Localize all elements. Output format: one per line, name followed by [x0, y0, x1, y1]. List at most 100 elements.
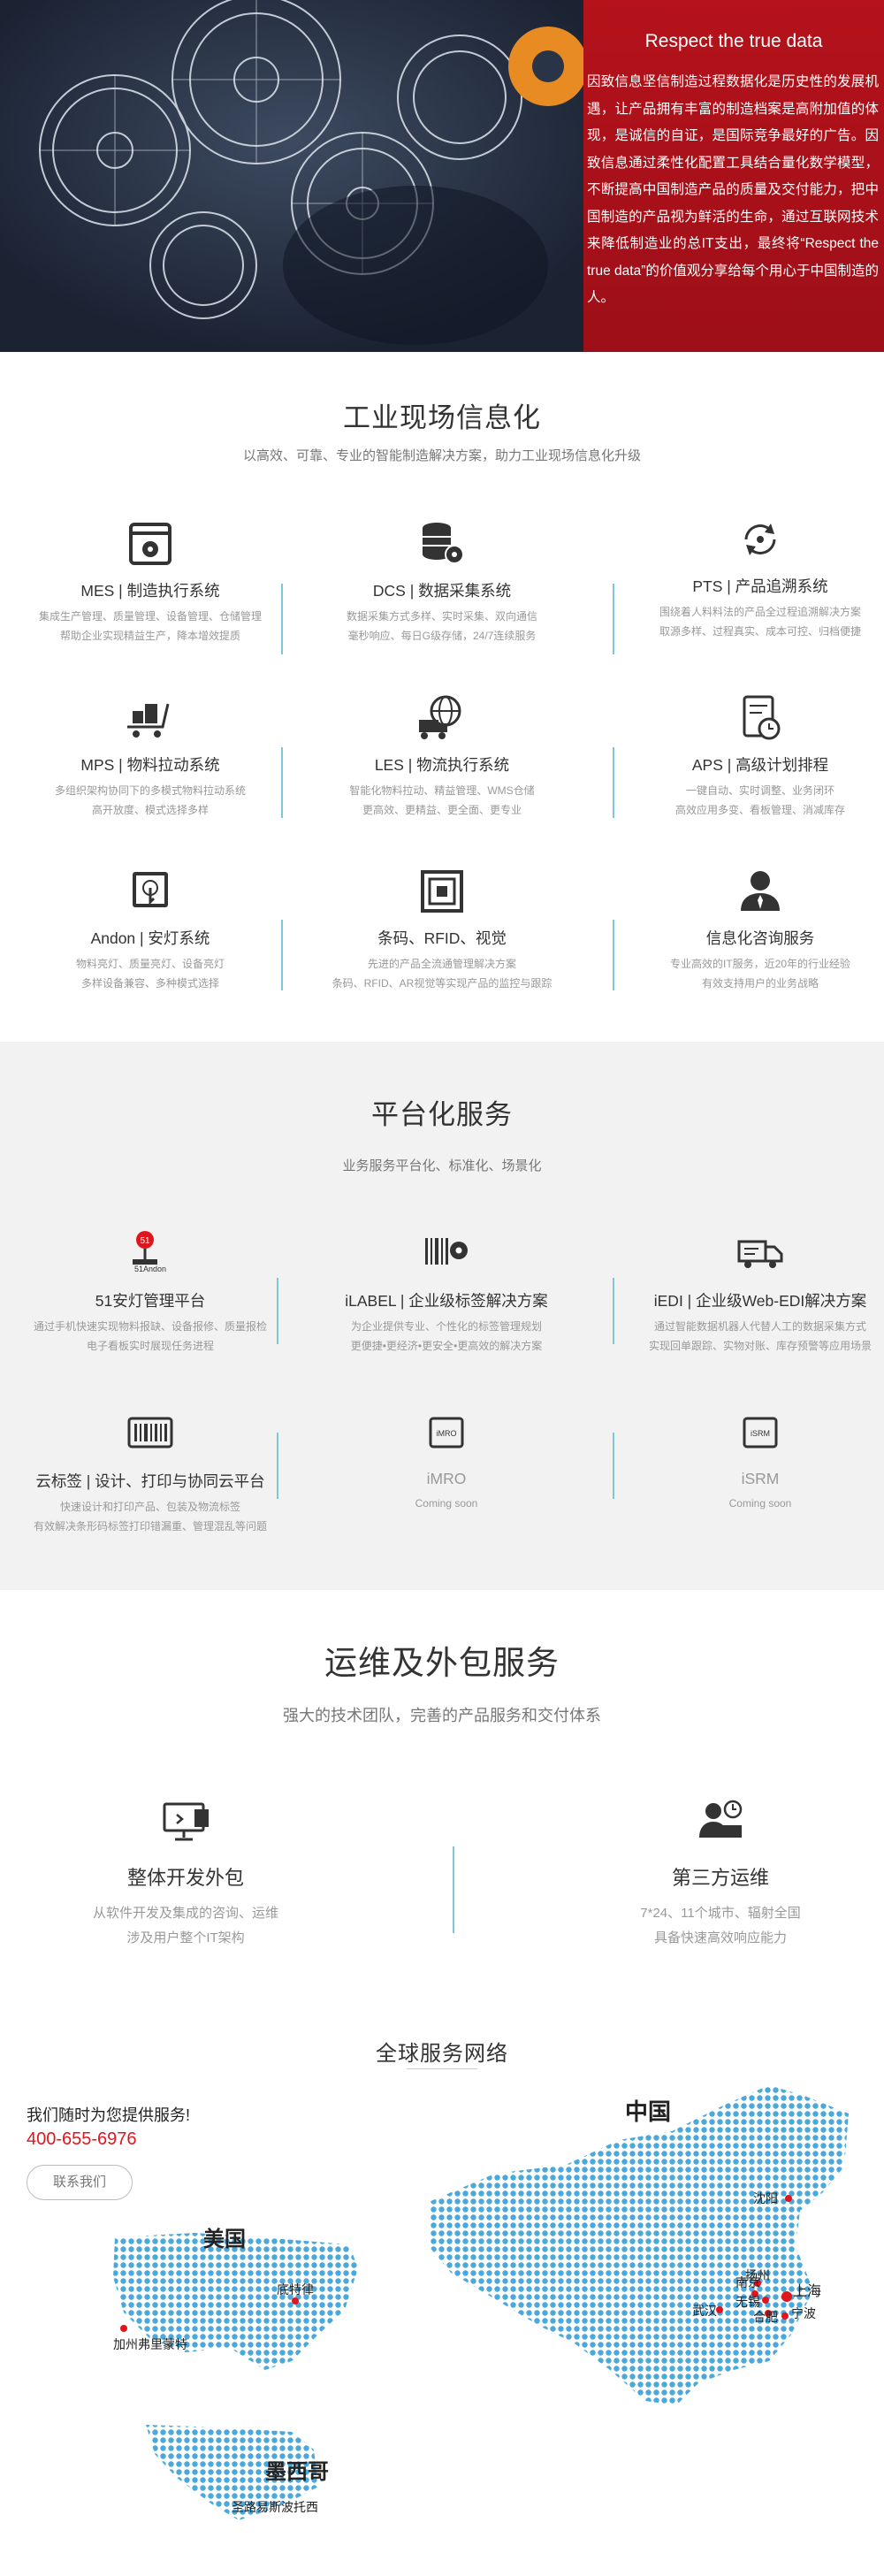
product-title: DCS | 数据采集系统 — [372, 582, 512, 600]
ops-outsourcing[interactable]: 整体开发外包 从软件开发及集成的咨询、运维 涉及用户整个IT架构 — [35, 1795, 336, 1951]
divider — [613, 584, 614, 654]
platform-isrm[interactable]: iSRM iSRM Coming soon — [610, 1408, 884, 1513]
product-mes[interactable]: MES | 制造执行系统 集成生产管理、质量管理、设备管理、仓储管理 帮助企业实… — [0, 517, 301, 646]
city-hefei: 合肥 — [753, 2310, 778, 2324]
platform-item-title: 云标签 | 设计、打印与协同云平台 — [35, 1472, 265, 1490]
product-title: MPS | 物料拉动系统 — [80, 756, 220, 774]
product-pts[interactable]: PTS | 产品追溯系统 围绕着人料料法的产品全过程追溯解决方案 取源多样、过程… — [610, 513, 884, 641]
consultant-icon — [741, 871, 780, 911]
schedule-clock-icon — [743, 695, 781, 740]
city-marker — [716, 2306, 723, 2313]
platform-item-desc: 通过智能数据机器人代替人工的数据采集方式 — [653, 1320, 866, 1333]
platform-cloud-label[interactable]: 云标签 | 设计、打印与协同云平台 快速设计和打印产品、包装及物流标签 有效解决… — [0, 1408, 301, 1536]
hero-text: 因致信息坚信制造过程数据化是历史性的发展机遇，让产品拥有丰富的制造档案是高附加值… — [587, 74, 879, 305]
divider — [281, 584, 283, 654]
platform-item-title: iSRM — [741, 1470, 780, 1487]
cart-icon — [127, 703, 170, 738]
ops-item-desc: 从软件开发及集成的咨询、运维 — [92, 1906, 278, 1921]
product-desc: 一键自动、实时调整、业务闭环 — [685, 784, 834, 797]
product-title: 信息化咨询服务 — [705, 929, 815, 947]
city-nanjing: 南京 — [735, 2275, 760, 2289]
platform-51andon[interactable]: 51 51Andon 51安灯管理平台 通过手机快速实现物料报缺、设备报修、质量… — [0, 1227, 301, 1356]
ops-title: 运维及外包服务 — [324, 1645, 560, 1681]
city-marker — [292, 2297, 299, 2305]
platform-title: 平台化服务 — [371, 1099, 513, 1130]
city-shenyang: 沈阳 — [753, 2191, 778, 2205]
mexico-label: 墨西哥 — [265, 2460, 329, 2484]
platform-item-desc: 为企业提供专业、个性化的标签管理规划 — [350, 1320, 542, 1333]
divider — [277, 1433, 278, 1499]
platform-iedi[interactable]: iEDI | 企业级Web-EDI解决方案 通过智能数据机器人代替人工的数据采集… — [610, 1227, 884, 1356]
ops-item-desc: 涉及用户整个IT架构 — [126, 1930, 245, 1945]
city-marker — [781, 2291, 792, 2302]
product-les[interactable]: LES | 物流执行系统 智能化物料拉动、精益管理、WMS仓储 更高效、更精益、… — [292, 692, 592, 820]
platform-item-title: iEDI | 企业级Web-EDI解决方案 — [653, 1292, 867, 1310]
product-desc: 更高效、更精益、更全面、更专业 — [362, 804, 522, 816]
barcode-gear-icon — [425, 1238, 468, 1265]
product-consulting[interactable]: 信息化咨询服务 专业高效的IT服务，近20年的行业经验 有效支持用户的业务战略 — [610, 865, 884, 993]
ops-subtitle: 强大的技术团队，完善的产品服务和交付体系 — [283, 1707, 601, 1724]
product-rfid[interactable]: 条码、RFID、视觉 先进的产品全流通管理解决方案 条码、RFID、AR视觉等实… — [292, 865, 592, 993]
divider — [281, 747, 283, 818]
barcode-box-icon — [127, 1417, 173, 1449]
usa-label: 美国 — [203, 2228, 246, 2251]
divider — [613, 1278, 614, 1344]
product-title: APS | 高级计划排程 — [691, 756, 829, 774]
product-desc: 智能化物料拉动、精益管理、WMS仓储 — [349, 784, 535, 797]
ops-item-title: 第三方运维 — [671, 1867, 769, 1889]
andon-badge: 51Andon — [134, 1265, 167, 1273]
product-dcs[interactable]: DCS | 数据采集系统 数据采集方式多样、实时采集、双向通信 毫秒响应、每日G… — [292, 517, 592, 646]
svg-text:iMRO: iMRO — [437, 1429, 457, 1438]
product-desc: 先进的产品全流通管理解决方案 — [367, 958, 516, 970]
product-title: LES | 物流执行系统 — [374, 756, 510, 774]
platform-item-desc: 快速设计和打印产品、包装及物流标签 — [59, 1501, 240, 1513]
platform-item-desc: 实现回单跟踪、实物对账、库存预警等应用场景 — [648, 1340, 872, 1352]
product-desc: 集成生产管理、质量管理、设备管理、仓储管理 — [38, 610, 262, 623]
divider — [281, 920, 283, 990]
platform-item-title: 51安灯管理平台 — [95, 1292, 206, 1310]
product-desc: 高开放度、模式选择多样 — [91, 804, 209, 816]
support-agent-icon — [699, 1800, 743, 1838]
product-desc: 围绕着人料料法的产品全过程追溯解决方案 — [659, 606, 861, 618]
platform-item-title: iMRO — [426, 1470, 467, 1487]
china-map — [429, 2085, 849, 2405]
platform-item-desc: 更便捷•更经济•更安全•更高效的解决方案 — [350, 1340, 543, 1352]
product-mps[interactable]: MPS | 物料拉动系统 多组织架构协同下的多模式物料拉动系统 高开放度、模式选… — [0, 692, 301, 820]
city-marker — [120, 2325, 127, 2332]
product-desc: 取源多样、过程真实、成本可控、归档便捷 — [659, 625, 861, 638]
gears-illustration — [0, 0, 583, 352]
product-desc: 高效应用多变、看板管理、消减库存 — [674, 804, 845, 816]
truck-globe-icon — [419, 695, 461, 739]
rfid-tag-icon — [421, 870, 463, 913]
ops-third-party[interactable]: 第三方运维 7*24、11个城市、辐射全国 具备快速高效响应能力 — [570, 1795, 871, 1951]
product-andon[interactable]: Andon | 安灯系统 物料亮灯、质量亮灯、设备亮灯 多样设备兼容、多种模式选… — [0, 865, 301, 993]
city-marker — [785, 2195, 792, 2202]
platform-item-desc: 通过手机快速实现物料报缺、设备报修、质量报检 — [33, 1320, 267, 1333]
platform-ilabel[interactable]: iLABEL | 企业级标签解决方案 为企业提供专业、个性化的标签管理规划 更便… — [296, 1227, 597, 1356]
platform-item-desc: 有效解决条形码标签打印错漏重、管理混乱等问题 — [33, 1520, 267, 1533]
divider — [613, 747, 614, 818]
world-map — [113, 2085, 849, 2520]
touch-panel-icon — [133, 872, 168, 907]
product-title: Andon | 安灯系统 — [90, 929, 210, 947]
imro-icon: iMRO — [429, 1417, 464, 1449]
platform-subtitle: 业务服务平台化、标准化、场景化 — [342, 1158, 542, 1173]
product-aps[interactable]: APS | 高级计划排程 一键自动、实时调整、业务闭环 高效应用多变、看板管理、… — [610, 692, 884, 820]
industrial-subtitle: 以高效、可靠、专业的智能制造解决方案，助力工业现场信息化升级 — [242, 448, 641, 463]
divider — [453, 1846, 454, 1933]
platform-item-title: iLABEL | 企业级标签解决方案 — [345, 1292, 548, 1310]
title-underline — [407, 2068, 477, 2069]
city-marker — [762, 2297, 769, 2304]
platform-imro[interactable]: iMRO iMRO Coming soon — [296, 1408, 597, 1513]
city-shanghai: 上海 — [793, 2284, 822, 2299]
hero-title: Respect the true data — [644, 31, 823, 51]
database-gear-icon — [423, 523, 464, 564]
ops-item-desc: 7*24、11个城市、辐射全国 — [640, 1906, 801, 1921]
city-marker — [781, 2312, 789, 2320]
product-title: MES | 制造执行系统 — [80, 582, 220, 600]
svg-text:iSRM: iSRM — [751, 1429, 770, 1438]
isrm-icon: iSRM — [743, 1417, 778, 1449]
network-title: 全球服务网络 — [376, 2042, 508, 2066]
product-title: 条码、RFID、视觉 — [377, 929, 507, 947]
ops-item-title: 整体开发外包 — [126, 1867, 244, 1889]
